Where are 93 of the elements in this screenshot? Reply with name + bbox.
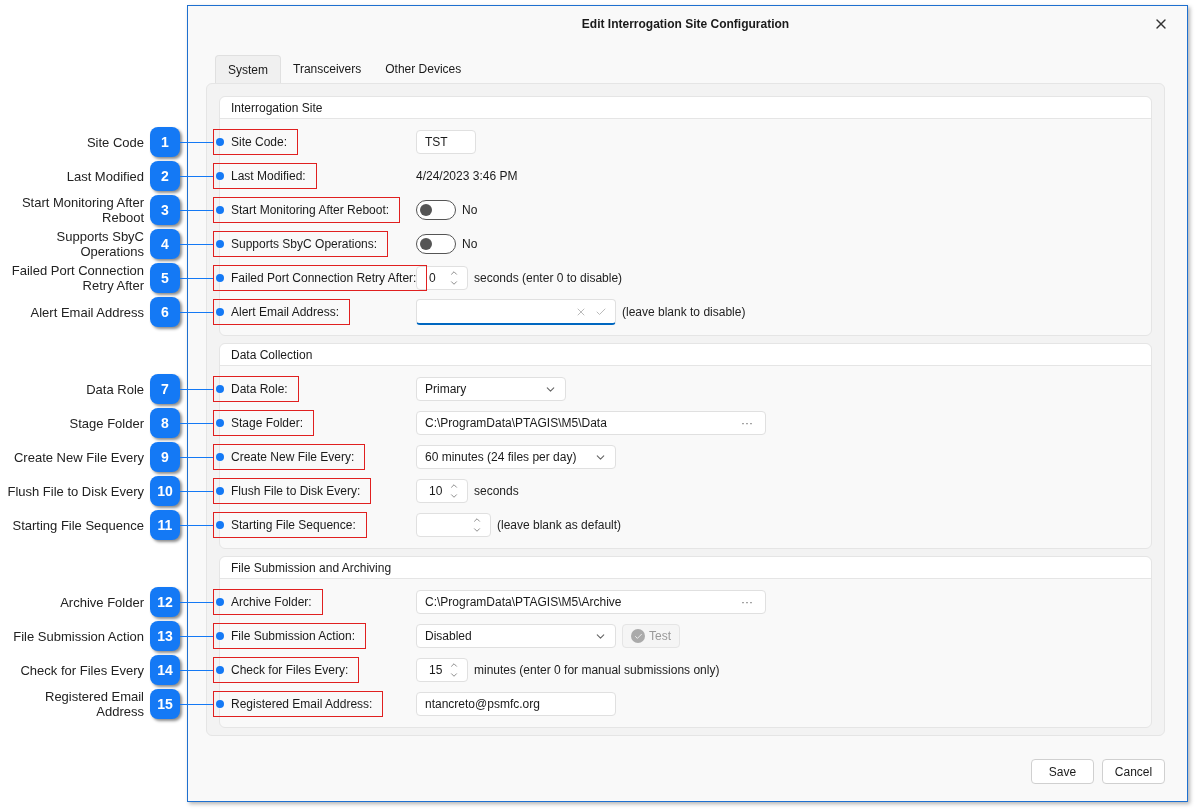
- callout-text: Stage Folder: [68, 415, 144, 431]
- dropdown[interactable]: Primary: [416, 377, 566, 401]
- text-field[interactable]: ntancreto@psmfc.org: [416, 692, 616, 716]
- text-field[interactable]: TST: [416, 130, 476, 154]
- callout-number: 5: [150, 263, 180, 293]
- callout-number: 9: [150, 442, 180, 472]
- browse-button[interactable]: ···: [733, 414, 761, 432]
- callout-number: 11: [150, 510, 180, 540]
- callout-number: 13: [150, 621, 180, 651]
- callout-text: Site Code: [85, 134, 144, 150]
- leader-line: [180, 243, 213, 245]
- callout-text: File Submission Action: [12, 628, 144, 644]
- leader-line: [180, 456, 213, 458]
- hint-text: minutes (enter 0 for manual submissions only): [474, 662, 720, 679]
- field-label: Registered Email Address:: [213, 691, 384, 717]
- tab[interactable]: Transceivers: [281, 55, 374, 83]
- field-label: Data Role:: [213, 376, 299, 402]
- number-spinner[interactable]: [416, 513, 491, 537]
- callout-text: Create New File Every: [12, 449, 144, 465]
- callout-number: 7: [150, 374, 180, 404]
- dropdown[interactable]: Disabled: [416, 624, 616, 648]
- callout-number: 6: [150, 297, 180, 327]
- hint-text: (leave blank as default): [497, 517, 622, 534]
- hint-text: seconds: [474, 483, 519, 500]
- callout-text: Failed Port Connection Retry After: [10, 263, 144, 293]
- callout-text: Start Monitoring After Reboot: [20, 195, 144, 225]
- window-title: Edit Interrogation Site Configuration: [581, 16, 790, 33]
- group-title: File Submission and Archiving: [231, 559, 392, 577]
- tab[interactable]: Other Devices: [373, 55, 474, 83]
- browse-button[interactable]: ···: [733, 593, 761, 611]
- toggle-state: No: [462, 236, 478, 253]
- field-label: Archive Folder:: [213, 589, 323, 615]
- callout-number: 12: [150, 587, 180, 617]
- hint-text: (leave blank to disable): [622, 304, 746, 321]
- leader-line: [180, 141, 213, 143]
- callout-text: Last Modified: [65, 168, 144, 184]
- callout-number: 1: [150, 127, 180, 157]
- group-title: Data Collection: [231, 346, 313, 364]
- email-combo-field[interactable]: [416, 299, 616, 325]
- callout-number: 15: [150, 689, 180, 719]
- leader-line: [180, 524, 213, 526]
- number-spinner[interactable]: 0: [416, 266, 468, 290]
- leader-line: [180, 209, 213, 211]
- field-label: Last Modified:: [213, 163, 317, 189]
- tab[interactable]: System: [215, 55, 281, 83]
- leader-line: [180, 388, 213, 390]
- leader-line: [180, 277, 213, 279]
- leader-line: [180, 175, 213, 177]
- dialog-button[interactable]: Save: [1031, 759, 1094, 784]
- callout-number: 14: [150, 655, 180, 685]
- toggle-switch[interactable]: [416, 234, 456, 254]
- callout-number: 2: [150, 161, 180, 191]
- hint-text: seconds (enter 0 to disable): [474, 270, 623, 287]
- leader-line: [180, 635, 213, 637]
- callout-number: 10: [150, 476, 180, 506]
- field-label: Failed Port Connection Retry After:: [213, 265, 428, 291]
- group-title: Interrogation Site: [231, 99, 323, 117]
- leader-line: [180, 703, 213, 705]
- field-label: Starting File Sequence:: [213, 512, 367, 538]
- callout-text: Supports SbyC Operations: [55, 229, 144, 259]
- field-label: File Submission Action:: [213, 623, 367, 649]
- callout-number: 8: [150, 408, 180, 438]
- toggle-state: No: [462, 202, 478, 219]
- leader-line: [180, 601, 213, 603]
- dialog-button[interactable]: Cancel: [1102, 759, 1165, 784]
- leader-line: [180, 422, 213, 424]
- number-spinner[interactable]: 15: [416, 658, 468, 682]
- field-label: Flush File to Disk Every:: [213, 478, 372, 504]
- callout-text: Alert Email Address: [29, 304, 144, 320]
- callout-text: Registered Email Address: [44, 689, 144, 719]
- callout-text: Check for Files Every: [19, 662, 144, 678]
- number-spinner[interactable]: 10: [416, 479, 468, 503]
- callout-text: Flush File to Disk Every: [6, 483, 144, 499]
- field-label: Site Code:: [213, 129, 299, 155]
- folder-path-field[interactable]: C:\ProgramData\PTAGIS\M5\Archive ···: [416, 590, 766, 614]
- folder-path-field[interactable]: C:\ProgramData\PTAGIS\M5\Data ···: [416, 411, 766, 435]
- field-label: Supports SbyC Operations:: [213, 231, 389, 257]
- toggle-switch[interactable]: [416, 200, 456, 220]
- callout-number: 4: [150, 229, 180, 259]
- value-text: 4/24/2023 3:46 PM: [416, 168, 518, 185]
- callout-text: Data Role: [85, 381, 144, 397]
- callout-text: Archive Folder: [59, 594, 144, 610]
- field-label: Start Monitoring After Reboot:: [213, 197, 401, 223]
- callout-text: Starting File Sequence: [11, 517, 144, 533]
- field-label: Alert Email Address:: [213, 299, 351, 325]
- field-label: Check for Files Every:: [213, 657, 360, 683]
- leader-line: [180, 311, 213, 313]
- dropdown[interactable]: 60 minutes (24 files per day): [416, 445, 616, 469]
- field-label: Stage Folder:: [213, 410, 315, 436]
- leader-line: [180, 490, 213, 492]
- callout-number: 3: [150, 195, 180, 225]
- leader-line: [180, 669, 213, 671]
- field-label: Create New File Every:: [213, 444, 366, 470]
